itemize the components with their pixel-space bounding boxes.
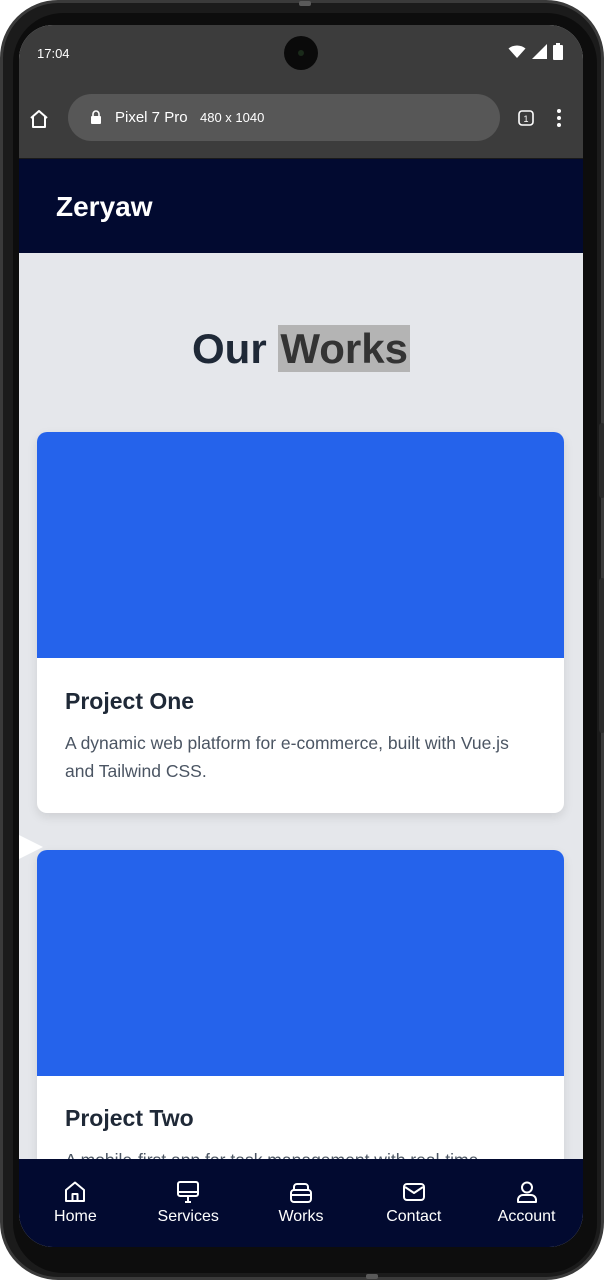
power-button: [599, 423, 604, 498]
status-time: 17:04: [37, 46, 70, 61]
mail-icon: [402, 1183, 425, 1201]
home-icon: [65, 1181, 86, 1202]
nav-item-works[interactable]: Works: [245, 1159, 358, 1247]
project-title: Project One: [65, 688, 195, 714]
site-header: Zeryaw: [19, 159, 583, 253]
status-icons: [508, 43, 563, 60]
section-title-part1: Our: [192, 325, 267, 372]
nav-item-home[interactable]: Home: [19, 1159, 132, 1247]
tab-count: 1: [523, 114, 528, 124]
nav-label: Works: [278, 1208, 324, 1225]
menu-dots-icon[interactable]: [555, 107, 563, 129]
brand-logo-text[interactable]: Zeryaw: [56, 191, 153, 223]
bottom-nav: Home Services Works Contact Account: [19, 1159, 583, 1247]
nav-label: Home: [54, 1208, 97, 1225]
monitor-icon: [177, 1181, 200, 1203]
user-icon: [516, 1181, 537, 1203]
battery-icon: [553, 43, 563, 60]
url-bar[interactable]: Pixel 7 Pro 480 x 1040: [68, 94, 500, 141]
wifi-icon: [508, 45, 526, 58]
project-card[interactable]: Project One A dynamic web platform for e…: [37, 432, 564, 813]
browser-toolbar: Pixel 7 Pro 480 x 1040 1: [19, 83, 583, 158]
tabs-icon[interactable]: 1: [517, 109, 535, 127]
project-image: [37, 850, 564, 1076]
section-title-highlight: Works: [278, 325, 410, 372]
url-title: Pixel 7 Pro: [115, 109, 188, 126]
edge-swipe-indicator: [19, 835, 43, 859]
nav-item-contact[interactable]: Contact: [357, 1159, 470, 1247]
volume-button: [599, 578, 604, 733]
lock-icon: [91, 110, 101, 124]
nav-item-services[interactable]: Services: [132, 1159, 245, 1247]
device-screen: 17:04 Pixel 7 Pro 480 x 1040 1 Zeryaw Ou…: [19, 25, 583, 1247]
nav-item-account[interactable]: Account: [470, 1159, 583, 1247]
frame-top-notch: [299, 1, 311, 6]
project-description: A dynamic web platform for e-commerce, b…: [65, 733, 509, 781]
camera-cutout: [284, 36, 318, 70]
home-icon[interactable]: [27, 107, 51, 131]
signal-icon: [532, 44, 547, 59]
status-bar: 17:04: [19, 25, 583, 83]
nav-label: Services: [157, 1208, 219, 1225]
project-image: [37, 432, 564, 658]
section-title: Our Works: [19, 325, 583, 373]
project-title: Project Two: [65, 1105, 194, 1131]
url-dimensions: 480 x 1040: [200, 110, 265, 125]
works-section: Our Works Project One A dynamic web plat…: [19, 253, 583, 1230]
nav-label: Contact: [386, 1208, 442, 1225]
briefcase-icon: [289, 1183, 312, 1203]
frame-bottom-notch: [366, 1274, 378, 1279]
nav-label: Account: [497, 1208, 556, 1225]
